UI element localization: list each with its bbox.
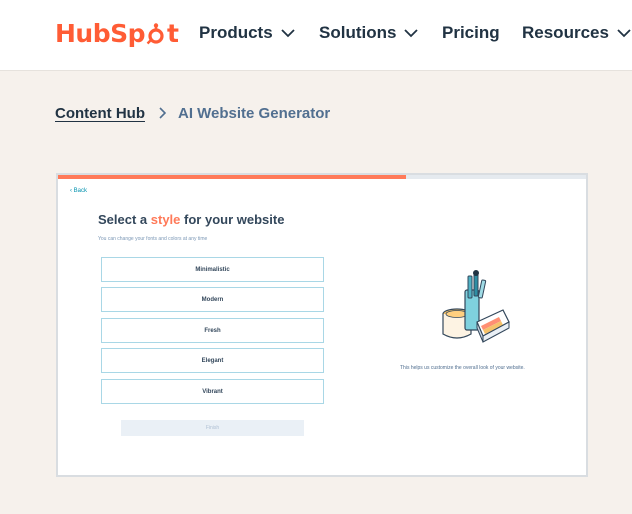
logo-text-right: t [167,18,179,48]
back-link[interactable]: ‹ Back [70,188,87,194]
product-screenshot: ‹ Back Select a style for your website Y… [56,173,588,477]
panel-subtitle: You can change your fonts and colors at … [98,236,208,242]
nav-solutions-label: Solutions [319,23,397,42]
breadcrumb-current: AI Website Generator [177,104,331,122]
progress-bar-fill [58,175,407,179]
nav-products-label: Products [199,23,273,42]
chevron-down-icon [404,29,419,38]
nav-resources[interactable]: Resources [522,21,631,45]
finish-button[interactable]: Finish [121,420,304,436]
style-option-minimalistic[interactable]: Minimalistic [101,257,324,282]
style-option-elegant[interactable]: Elegant [101,348,324,373]
chevron-down-icon [281,29,295,38]
helper-text: This helps us customize the overall look… [400,365,525,371]
nav-pricing-label: Pricing [442,23,500,42]
chevron-down-icon [617,29,631,38]
sprocket-icon [146,22,166,45]
chevron-right-icon [159,107,166,119]
style-option-modern[interactable]: Modern [101,287,324,312]
nav-solutions[interactable]: Solutions [319,21,419,45]
panel-title-accent: style [150,212,181,227]
panel-title: Select a style for your website [98,212,284,227]
panel-title-suffix: for your website [180,212,285,227]
style-option-vibrant[interactable]: Vibrant [101,379,324,404]
hubspot-logo[interactable]: HubSp t [55,15,179,51]
nav-pricing[interactable]: Pricing [442,21,500,45]
breadcrumb: Content Hub AI Website Generator [55,103,330,123]
nav-products[interactable]: Products [199,21,295,45]
breadcrumb-content-hub-link[interactable]: Content Hub [55,105,145,122]
panel-title-prefix: Select a [98,212,151,227]
progress-bar [58,175,586,179]
nav-resources-label: Resources [522,23,609,42]
paint-supplies-illustration [442,270,510,343]
site-header: HubSp t Products Solutions Pricing Resou… [0,0,632,71]
style-option-fresh[interactable]: Fresh [101,318,324,343]
logo-text-left: HubSp [55,18,146,48]
